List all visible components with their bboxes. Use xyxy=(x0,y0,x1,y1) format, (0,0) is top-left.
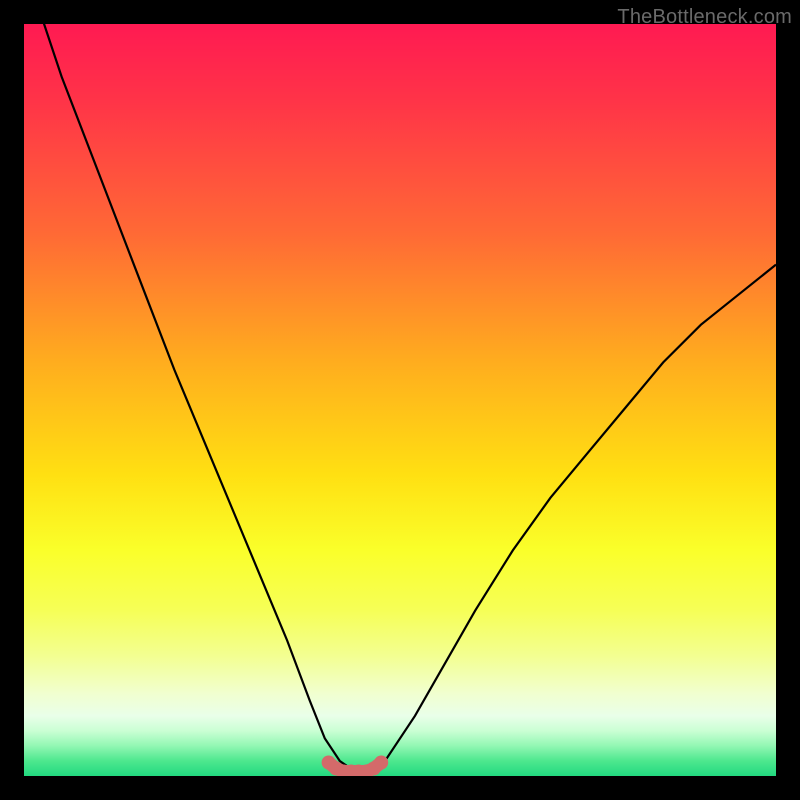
bottleneck-flat-markers xyxy=(322,756,389,777)
bottleneck-curve-svg xyxy=(24,24,776,776)
chart-frame: TheBottleneck.com xyxy=(0,0,800,800)
bottleneck-flat-marker-dot xyxy=(374,756,388,770)
bottleneck-curve-line xyxy=(24,24,776,772)
plot-area xyxy=(24,24,776,776)
